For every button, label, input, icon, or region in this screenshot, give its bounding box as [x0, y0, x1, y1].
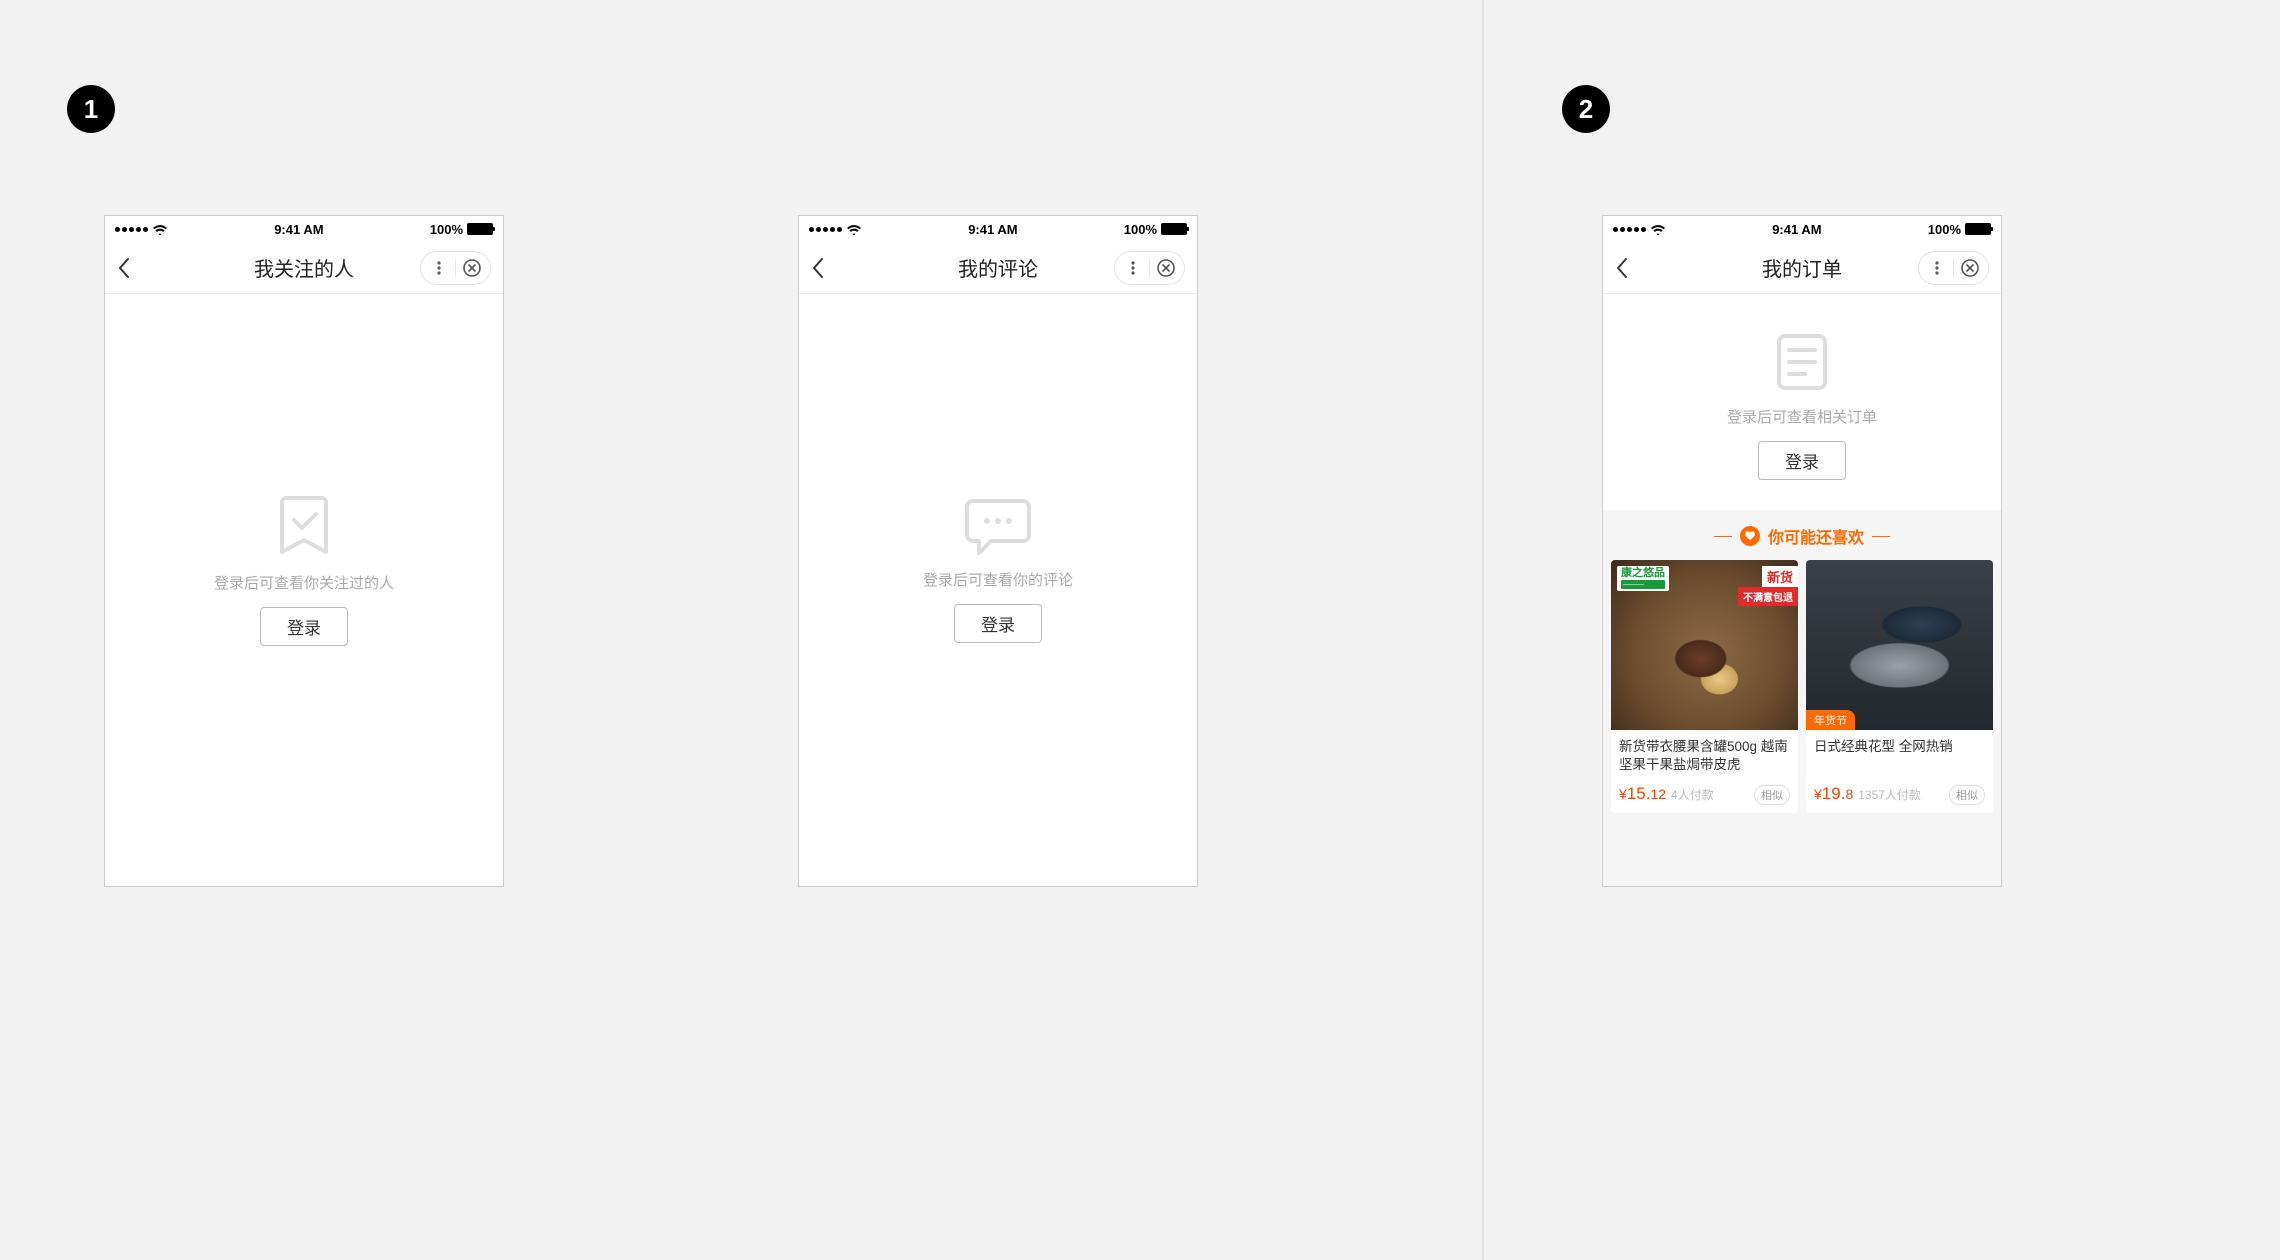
- recommend-section: 你可能还喜欢 康之悠品 ——— 新货 不满意包退 新货带衣腰果含罐500g 越: [1603, 510, 2001, 886]
- empty-state: 登录后可查看你关注过的人 登录: [105, 294, 503, 886]
- signal-icon: [1613, 227, 1646, 232]
- empty-state: 登录后可查看你的评论 登录: [799, 294, 1197, 886]
- capsule-menu: [420, 251, 491, 285]
- empty-message: 登录后可查看你关注过的人: [214, 572, 394, 593]
- login-button[interactable]: 登录: [1758, 441, 1846, 480]
- status-time: 9:41 AM: [274, 222, 323, 237]
- product-card[interactable]: 康之悠品 ——— 新货 不满意包退 新货带衣腰果含罐500g 越南坚果干果盐焗带…: [1611, 560, 1798, 813]
- battery-percent: 100%: [1928, 222, 1961, 237]
- nav-bar: 我的评论: [799, 242, 1197, 294]
- phone-comments: 9:41 AM 100% 我的评论: [798, 215, 1198, 887]
- empty-state: 登录后可查看相关订单 登录: [1603, 294, 2001, 510]
- similar-button[interactable]: 相似: [1949, 785, 1985, 805]
- close-button[interactable]: [1150, 252, 1182, 284]
- back-button[interactable]: [1615, 257, 1629, 279]
- signal-icon: [809, 227, 842, 232]
- brand-tag: 康之悠品 ———: [1617, 566, 1669, 591]
- status-bar: 9:41 AM 100%: [105, 216, 503, 242]
- product-price: ¥19.8: [1814, 784, 1853, 804]
- page-title: 我的评论: [891, 253, 1105, 282]
- pay-count: 1357人付款: [1858, 786, 1921, 803]
- empty-message: 登录后可查看你的评论: [923, 569, 1073, 590]
- wifi-icon: [846, 223, 862, 235]
- heart-icon: [1740, 526, 1760, 546]
- product-price: ¥15.12: [1619, 784, 1666, 804]
- status-time: 9:41 AM: [968, 222, 1017, 237]
- login-button[interactable]: 登录: [260, 607, 348, 646]
- status-time: 9:41 AM: [1772, 222, 1821, 237]
- recommend-header: 你可能还喜欢: [1603, 510, 2001, 560]
- nav-bar: 我关注的人: [105, 242, 503, 294]
- back-button[interactable]: [117, 257, 131, 279]
- battery-percent: 100%: [430, 222, 463, 237]
- nav-bar: 我的订单: [1603, 242, 2001, 294]
- battery-icon: [467, 223, 493, 235]
- more-button[interactable]: [1921, 252, 1953, 284]
- wifi-icon: [1650, 223, 1666, 235]
- more-button[interactable]: [423, 252, 455, 284]
- phone-orders: 9:41 AM 100% 我的订单: [1602, 215, 2002, 887]
- status-bar: 9:41 AM 100%: [799, 216, 1197, 242]
- pay-count: 4人付款: [1671, 786, 1714, 803]
- section-divider: [1482, 0, 1484, 1260]
- dash-icon: [1714, 536, 1732, 537]
- dash-icon: [1872, 536, 1890, 537]
- back-button[interactable]: [811, 257, 825, 279]
- status-bar: 9:41 AM 100%: [1603, 216, 2001, 242]
- battery-percent: 100%: [1124, 222, 1157, 237]
- close-button[interactable]: [456, 252, 488, 284]
- empty-message: 登录后可查看相关订单: [1727, 406, 1877, 427]
- similar-button[interactable]: 相似: [1754, 785, 1790, 805]
- chat-bubble-icon: [965, 497, 1031, 555]
- product-title: 日式经典花型 全网热销: [1814, 738, 1985, 774]
- signal-icon: [115, 227, 148, 232]
- document-icon: [1775, 332, 1829, 392]
- section-number-1: 1: [67, 85, 115, 133]
- promo-tag: 年货节: [1806, 710, 1855, 730]
- section-number-2: 2: [1562, 85, 1610, 133]
- wifi-icon: [152, 223, 168, 235]
- bookmark-check-icon: [276, 494, 332, 558]
- phone-follow: 9:41 AM 100% 我关注的人: [104, 215, 504, 887]
- product-image: 年货节: [1806, 560, 1993, 730]
- battery-icon: [1161, 223, 1187, 235]
- product-card[interactable]: 年货节 日式经典花型 全网热销 ¥19.8 1357人付款 相似: [1806, 560, 1993, 813]
- capsule-menu: [1114, 251, 1185, 285]
- recommend-title: 你可能还喜欢: [1768, 524, 1864, 548]
- product-image: 康之悠品 ——— 新货 不满意包退: [1611, 560, 1798, 730]
- product-title: 新货带衣腰果含罐500g 越南坚果干果盐焗带皮虎: [1619, 738, 1790, 774]
- login-button[interactable]: 登录: [954, 604, 1042, 643]
- page-title: 我的订单: [1695, 253, 1909, 282]
- more-button[interactable]: [1117, 252, 1149, 284]
- close-button[interactable]: [1954, 252, 1986, 284]
- new-goods-tag: 新货 不满意包退: [1738, 566, 1798, 606]
- capsule-menu: [1918, 251, 1989, 285]
- battery-icon: [1965, 223, 1991, 235]
- page-title: 我关注的人: [197, 253, 411, 282]
